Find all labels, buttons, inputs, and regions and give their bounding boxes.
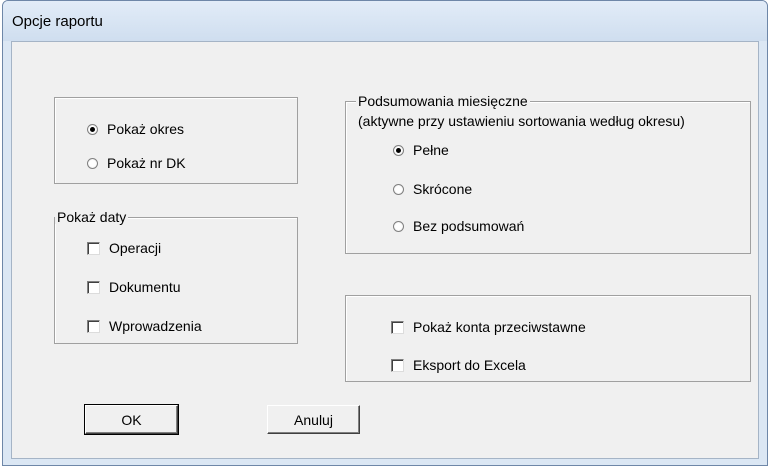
checkbox-icon [391, 358, 404, 372]
radio-show-period[interactable]: Pokaż okres [87, 122, 184, 136]
period-group: Pokaż okres Pokaż nr DK [54, 97, 298, 184]
checkbox-entry-date-label: Wprowadzenia [109, 318, 202, 334]
checkbox-document-date-label: Dokumentu [109, 279, 181, 295]
monthly-summaries-legend: Podsumowania miesięczne [356, 93, 530, 109]
radio-short-summary[interactable]: Skrócone [393, 182, 472, 196]
extra-options-group: Pokaż konta przeciwstawne Eksport do Exc… [345, 295, 751, 382]
checkbox-icon [391, 320, 404, 334]
radio-full-summary[interactable]: Pełne [393, 143, 449, 157]
radio-unselected-icon [393, 183, 404, 195]
radio-short-summary-label: Skrócone [413, 181, 473, 197]
monthly-summaries-subtitle: (aktywne przy ustawieniu sortowania wedł… [356, 113, 687, 129]
checkbox-contra-accounts[interactable]: Pokaż konta przeciwstawne [391, 320, 586, 334]
radio-selected-icon [393, 144, 404, 156]
radio-no-summary[interactable]: Bez podsumowań [393, 219, 524, 233]
checkbox-icon [87, 241, 100, 255]
report-options-dialog: Opcje raportu Pokaż okres Pokaż nr DK Po… [2, 0, 768, 466]
radio-full-summary-label: Pełne [413, 142, 449, 158]
show-dates-group: Pokaż daty Operacji Dokumentu Wprowadzen… [54, 210, 298, 344]
checkbox-icon [87, 280, 100, 294]
ok-button[interactable]: OK [84, 404, 179, 435]
checkbox-icon [87, 319, 100, 333]
radio-unselected-icon [87, 157, 98, 169]
title-bar[interactable]: Opcje raportu [3, 1, 767, 41]
radio-show-dk-number-label: Pokaż nr DK [107, 155, 186, 171]
checkbox-document-date[interactable]: Dokumentu [87, 280, 181, 294]
checkbox-contra-accounts-label: Pokaż konta przeciwstawne [413, 319, 586, 335]
show-dates-legend: Pokaż daty [55, 209, 129, 225]
dialog-body: Pokaż okres Pokaż nr DK Pokaż daty Opera… [11, 41, 759, 459]
radio-no-summary-label: Bez podsumowań [413, 218, 525, 234]
checkbox-operation-date[interactable]: Operacji [87, 241, 161, 255]
checkbox-operation-date-label: Operacji [109, 240, 162, 256]
checkbox-export-excel[interactable]: Eksport do Excela [391, 358, 526, 372]
window-title: Opcje raportu [12, 13, 103, 30]
radio-selected-icon [87, 123, 98, 135]
radio-unselected-icon [393, 220, 404, 232]
radio-show-period-label: Pokaż okres [107, 121, 185, 137]
checkbox-export-excel-label: Eksport do Excela [413, 357, 526, 373]
checkbox-entry-date[interactable]: Wprowadzenia [87, 319, 202, 333]
cancel-button[interactable]: Anuluj [267, 405, 360, 434]
monthly-summaries-group: Podsumowania miesięczne (aktywne przy us… [345, 94, 751, 254]
radio-show-dk-number[interactable]: Pokaż nr DK [87, 156, 186, 170]
